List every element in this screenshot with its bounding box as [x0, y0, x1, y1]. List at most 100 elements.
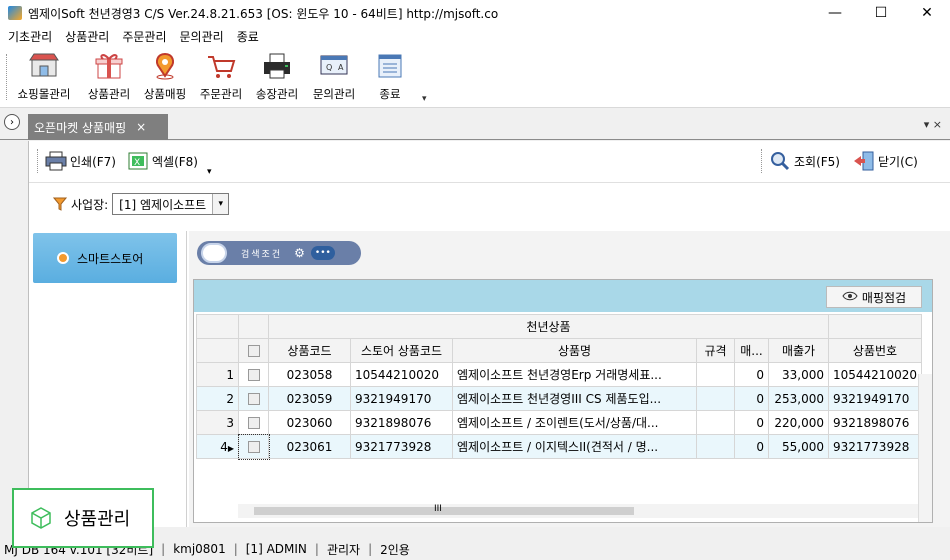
- panel-collapse-button[interactable]: ›: [4, 114, 20, 130]
- print-label: 인쇄(F7): [70, 154, 116, 169]
- vertical-scrollbar[interactable]: [918, 374, 932, 522]
- row-checkbox[interactable]: [238, 362, 269, 387]
- cell-qty[interactable]: 0: [734, 386, 769, 411]
- table-row[interactable]: 1 023058 10544210020 엠제이소프트 천년경영Erp 거래명세…: [196, 362, 922, 387]
- toolbar-invoice-button[interactable]: 송장관리: [250, 50, 304, 106]
- cell-spec[interactable]: [696, 434, 735, 459]
- cell-product-name[interactable]: 엠제이소프트 / 조이렌트(도서/상품/대...: [452, 410, 697, 435]
- cell-store-code[interactable]: 9321949170: [350, 386, 453, 411]
- toolbar-shop-button[interactable]: 쇼핑몰관리: [12, 50, 76, 106]
- group-header-blank: [828, 314, 922, 339]
- close-button[interactable]: ✕: [904, 0, 950, 26]
- grid-action-bar: 매핑점검: [194, 280, 932, 312]
- business-site-select[interactable]: [1] 엠제이소프트 ▾: [112, 193, 230, 215]
- cell-price[interactable]: 55,000: [768, 434, 829, 459]
- cell-product-name[interactable]: 엠제이소프트 / 이지텍스II(견적서 / 명...: [452, 434, 697, 459]
- mapping-check-button[interactable]: 매핑점검: [826, 286, 922, 308]
- product-management-badge: 상품관리: [12, 488, 154, 548]
- toolbar-mapping-button[interactable]: 상품매핑: [138, 50, 192, 106]
- table-row[interactable]: 3 023060 9321898076 엠제이소프트 / 조이렌트(도서/상품/…: [196, 410, 922, 435]
- minimize-button[interactable]: —: [812, 0, 858, 26]
- tab-close-icon[interactable]: ×: [136, 120, 146, 134]
- cell-product-number[interactable]: 9321949170: [828, 386, 922, 411]
- cell-product-name[interactable]: 엠제이소프트 천년경영Erp 거래명세표...: [452, 362, 697, 387]
- cell-qty[interactable]: 0: [734, 434, 769, 459]
- cell-price[interactable]: 33,000: [768, 362, 829, 387]
- col-product-code[interactable]: 상품코드: [268, 338, 351, 363]
- cell-store-code[interactable]: 9321773928: [350, 434, 453, 459]
- cell-product-code[interactable]: 023058: [268, 362, 351, 387]
- close-form-button[interactable]: 닫기(C): [853, 151, 918, 171]
- toolbar-inquiry-button[interactable]: QA 문의관리: [306, 50, 362, 106]
- form-toolbar: 인쇄(F7) X 엑셀(F8) ▾ 조회(F5) 닫기(C): [29, 141, 950, 183]
- chevron-down-icon[interactable]: ▾: [212, 194, 229, 214]
- toolbar-overflow-icon[interactable]: ▾: [422, 94, 427, 104]
- search-condition-toggle[interactable]: 검색조건 ⚙ •••: [197, 241, 361, 265]
- cell-product-code[interactable]: 023060: [268, 410, 351, 435]
- form-toolbar-overflow-icon[interactable]: ▾: [207, 167, 212, 177]
- toolbar-order-button[interactable]: 주문관리: [194, 50, 248, 106]
- cell-qty[interactable]: 0: [734, 410, 769, 435]
- form-toolbar-grip-right[interactable]: [761, 149, 764, 173]
- row-checkbox[interactable]: [238, 386, 269, 411]
- app-logo-icon: [8, 6, 22, 20]
- tab-strip-controls[interactable]: ▾ ×: [924, 118, 942, 131]
- cell-price[interactable]: 253,000: [768, 386, 829, 411]
- cell-spec[interactable]: [696, 362, 735, 387]
- svg-text:X: X: [134, 158, 140, 168]
- toolbar-exit-button[interactable]: 종료: [366, 50, 414, 106]
- cell-product-name[interactable]: 엠제이소프트 천년경영III CS 제품도입...: [452, 386, 697, 411]
- cell-store-code[interactable]: 10544210020: [350, 362, 453, 387]
- main-toolbar: 쇼핑몰관리 상품관리 상품매핑 주문관리 송장관리 QA 문의관리 종료 ▾: [0, 46, 950, 108]
- form-toolbar-grip[interactable]: [37, 149, 40, 173]
- menu-inquiry[interactable]: 문의관리: [180, 28, 224, 45]
- maximize-button[interactable]: ☐: [858, 0, 904, 26]
- print-button[interactable]: 인쇄(F7): [45, 151, 116, 171]
- toolbar-label: 쇼핑몰관리: [17, 87, 71, 101]
- menu-exit[interactable]: 종료: [237, 28, 259, 45]
- table-row[interactable]: 2 023059 9321949170 엠제이소프트 천년경영III CS 제품…: [196, 386, 922, 411]
- cell-price[interactable]: 220,000: [768, 410, 829, 435]
- row-number-header: [196, 338, 239, 363]
- printer-icon: [261, 52, 293, 80]
- cell-product-code[interactable]: 023061: [268, 434, 351, 459]
- toolbar-label: 종료: [379, 87, 401, 101]
- cell-qty[interactable]: 0: [734, 362, 769, 387]
- cell-spec[interactable]: [696, 410, 735, 435]
- toolbar-grip[interactable]: [6, 54, 9, 100]
- cell-product-code[interactable]: 023059: [268, 386, 351, 411]
- qa-icon: QA: [318, 52, 350, 80]
- menu-order[interactable]: 주문관리: [122, 28, 166, 45]
- row-checkbox[interactable]: [237, 433, 270, 460]
- cell-product-number[interactable]: 10544210020: [828, 362, 922, 387]
- horizontal-scrollbar[interactable]: III: [238, 504, 918, 518]
- scrollbar-thumb[interactable]: [254, 507, 634, 515]
- tab-product-mapping[interactable]: 오픈마켓 상품매핑 ×: [28, 114, 168, 140]
- status-separator: |: [233, 542, 238, 556]
- badge-label: 상품관리: [64, 509, 131, 530]
- product-table: 천년상품 상품코드 스토어 상품코드 상품명 규격 매... 매출가 상품번호 …: [196, 314, 922, 460]
- menu-product[interactable]: 상품관리: [65, 28, 109, 45]
- gift-icon: [93, 52, 125, 80]
- col-price[interactable]: 매출가: [768, 338, 829, 363]
- col-product-name[interactable]: 상품명: [452, 338, 697, 363]
- col-store-code[interactable]: 스토어 상품코드: [350, 338, 453, 363]
- table-row[interactable]: 4▶ 023061 9321773928 엠제이소프트 / 이지텍스II(견적서…: [196, 433, 922, 460]
- col-qty[interactable]: 매...: [734, 338, 769, 363]
- toolbar-product-button[interactable]: 상품관리: [82, 50, 136, 106]
- cell-product-number[interactable]: 9321898076: [828, 410, 922, 435]
- cube-icon: [28, 505, 54, 531]
- row-checkbox[interactable]: [238, 410, 269, 435]
- menu-basic[interactable]: 기초관리: [8, 28, 52, 45]
- toolbar-label: 송장관리: [255, 87, 299, 101]
- search-button[interactable]: 조회(F5): [769, 151, 840, 171]
- sidebar-item-smartstore[interactable]: 스마트스토어: [33, 233, 177, 283]
- col-spec[interactable]: 규격: [696, 338, 735, 363]
- excel-button[interactable]: X 엑셀(F8): [127, 151, 198, 171]
- select-all-checkbox[interactable]: [238, 338, 269, 363]
- cell-spec[interactable]: [696, 386, 735, 411]
- col-product-number[interactable]: 상품번호: [828, 338, 922, 363]
- cell-product-number[interactable]: 9321773928: [828, 434, 922, 459]
- row-indicator-icon: ▶: [227, 443, 234, 453]
- cell-store-code[interactable]: 9321898076: [350, 410, 453, 435]
